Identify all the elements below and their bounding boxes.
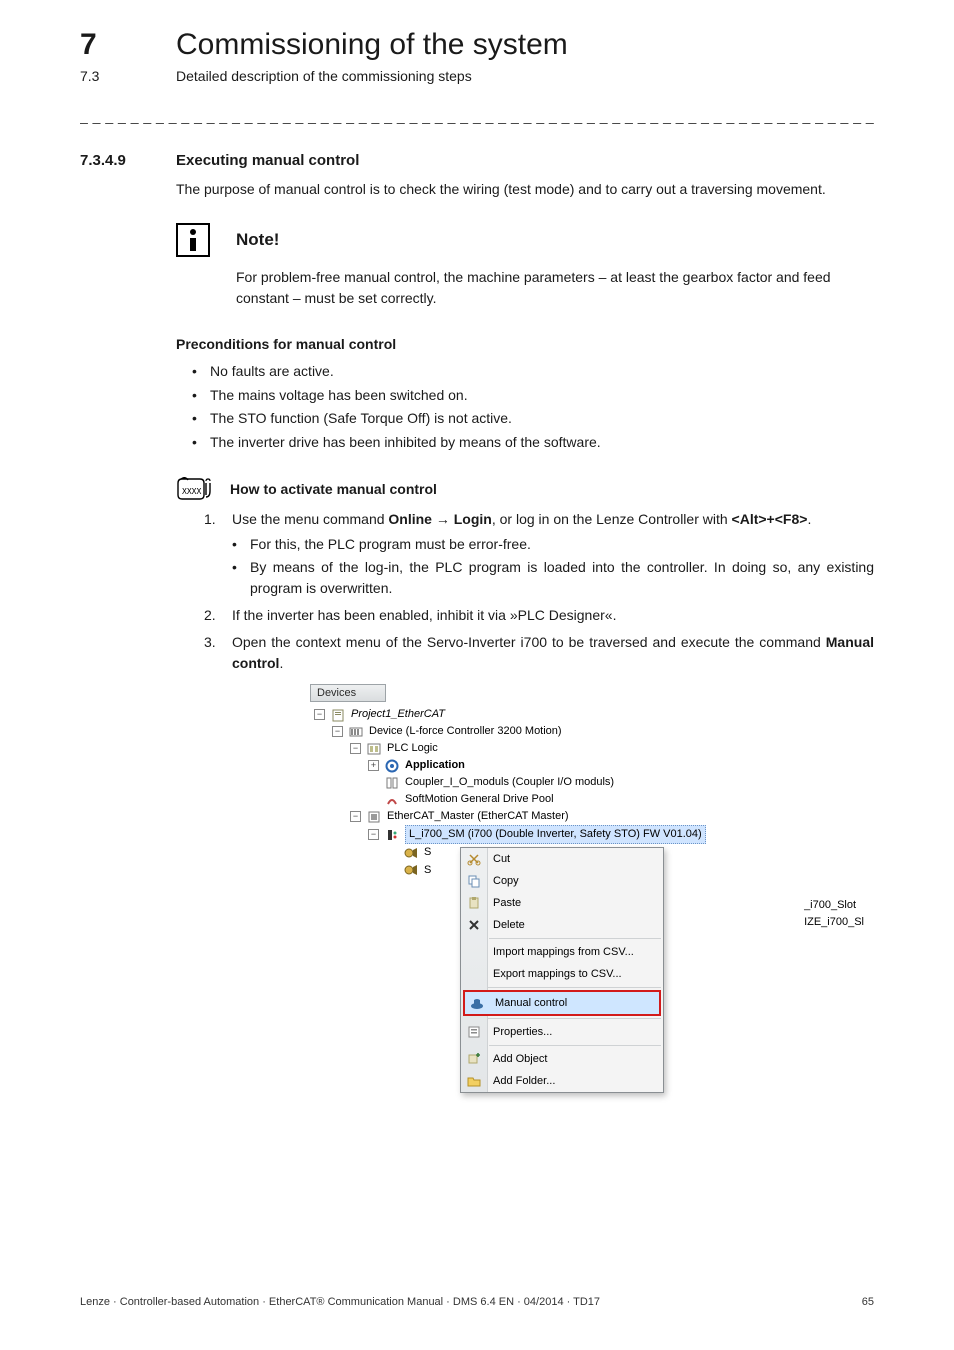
separator-rule: _ _ _ _ _ _ _ _ _ _ _ _ _ _ _ _ _ _ _ _ … — [80, 108, 874, 124]
step-item: Use the menu command Online → Login, or … — [204, 509, 874, 599]
menu-label: Import mappings from CSV... — [493, 946, 634, 958]
tree-child-a[interactable]: S — [424, 844, 431, 861]
step-item: If the inverter has been enabled, inhibi… — [204, 605, 874, 626]
note-body: For problem-free manual control, the mac… — [236, 267, 834, 308]
menu-label: Paste — [493, 897, 521, 909]
menu-item-add-folder[interactable]: Add Folder... — [461, 1070, 663, 1092]
menu-item-delete[interactable]: Delete — [461, 914, 663, 936]
cut-icon — [466, 851, 482, 867]
tree-i700-selected[interactable]: L_i700_SM (i700 (Double Inverter, Safety… — [405, 825, 706, 844]
truncated-label: IZE_i700_Sl — [804, 914, 864, 932]
tree-toggle[interactable]: − — [314, 709, 325, 720]
obscured-labels: _i700_Slot IZE_i700_Sl — [804, 897, 864, 932]
chapter-number: 7 — [80, 28, 176, 62]
drive-axis-icon — [404, 847, 418, 859]
substep-item: By means of the log-in, the PLC program … — [232, 557, 874, 599]
coupler-icon — [385, 777, 399, 789]
tree-softmotion[interactable]: SoftMotion General Drive Pool — [405, 791, 554, 808]
list-item: The inverter drive has been inhibited by… — [192, 431, 874, 455]
menu-item-paste[interactable]: Paste — [461, 892, 663, 914]
preconditions-list: No faults are active. The mains voltage … — [192, 360, 874, 455]
tree-toggle[interactable]: − — [350, 811, 361, 822]
copy-icon — [466, 873, 482, 889]
menu-item-copy[interactable]: Copy — [461, 870, 663, 892]
key-combo: <Alt>+<F8> — [732, 511, 808, 527]
chapter-title: Commissioning of the system — [176, 28, 568, 62]
substep-item: For this, the PLC program must be error-… — [232, 534, 874, 555]
tree-plc-logic[interactable]: PLC Logic — [387, 740, 438, 757]
menu-label: Manual control — [495, 997, 567, 1009]
note-label: Note! — [236, 230, 279, 250]
tree-application[interactable]: Application — [405, 757, 465, 774]
section-number: 7.3 — [80, 68, 176, 84]
menu-label: Copy — [493, 875, 519, 887]
softmotion-icon — [385, 794, 399, 806]
svg-text:XXXX: XXXX — [182, 487, 201, 496]
tree-toggle[interactable]: − — [350, 743, 361, 754]
tree-coupler[interactable]: Coupler_I_O_moduls (Coupler I/O moduls) — [405, 774, 614, 791]
application-icon — [385, 760, 399, 772]
page-number: 65 — [862, 1296, 874, 1308]
drive-axis-icon — [404, 864, 418, 876]
howto-steps: Use the menu command Online → Login, or … — [204, 509, 874, 674]
tree-toggle[interactable]: + — [368, 760, 379, 771]
step-text: . — [279, 655, 283, 671]
tree-device[interactable]: Device (L-force Controller 3200 Motion) — [369, 723, 562, 740]
info-icon — [176, 223, 210, 257]
menu-item-properties[interactable]: Properties... — [461, 1021, 663, 1043]
footer-text: Lenze · Controller-based Automation · Et… — [80, 1296, 600, 1308]
menu-label: Add Folder... — [493, 1075, 555, 1087]
devices-panel-title: Devices — [310, 684, 386, 702]
menu-item-export-csv[interactable]: Export mappings to CSV... — [461, 963, 663, 985]
device-icon — [349, 726, 363, 738]
list-item: The STO function (Safe Torque Off) is no… — [192, 407, 874, 431]
menu-label: Export mappings to CSV... — [493, 968, 622, 980]
step-text: , or log in on the Lenze Controller with — [492, 511, 732, 527]
delete-icon — [466, 917, 482, 933]
menu-label: Properties... — [493, 1026, 552, 1038]
menu-command: Online → Login — [388, 511, 491, 527]
menu-item-add-object[interactable]: Add Object — [461, 1048, 663, 1070]
plc-logic-icon — [367, 743, 381, 755]
project-icon — [331, 709, 345, 721]
step-text: . — [807, 511, 811, 527]
intro-paragraph: The purpose of manual control is to chec… — [176, 179, 874, 199]
add-folder-icon — [466, 1073, 482, 1089]
step-text: Use the menu command — [232, 511, 388, 527]
tree-project[interactable]: Project1_EtherCAT — [351, 706, 445, 723]
menu-label: Cut — [493, 853, 510, 865]
preconditions-heading: Preconditions for manual control — [176, 336, 874, 352]
menu-label: Add Object — [493, 1053, 547, 1065]
menu-item-import-csv[interactable]: Import mappings from CSV... — [461, 941, 663, 963]
tree-child-b[interactable]: S — [424, 862, 431, 879]
tree-toggle[interactable]: − — [368, 829, 379, 840]
step-item: Open the context menu of the Servo-Inver… — [204, 632, 874, 674]
list-item: No faults are active. — [192, 360, 874, 384]
menu-label: Delete — [493, 919, 525, 931]
devices-screenshot: Devices − Project1_EtherCAT − Device (L-… — [310, 684, 790, 878]
step-text: Open the context menu of the Servo-Inver… — [232, 634, 826, 650]
ecat-master-icon — [367, 811, 381, 823]
paste-icon — [466, 895, 482, 911]
i700-icon — [385, 829, 399, 841]
add-object-icon — [466, 1051, 482, 1067]
tree-ecat-master[interactable]: EtherCAT_Master (EtherCAT Master) — [387, 808, 569, 825]
context-menu: Cut Copy Paste Delete — [460, 847, 664, 1093]
truncated-label: _i700_Slot — [804, 897, 864, 915]
menu-item-cut[interactable]: Cut — [461, 848, 663, 870]
subsection-number: 7.3.4.9 — [80, 152, 176, 169]
subsection-title: Executing manual control — [176, 152, 359, 169]
tree-toggle[interactable]: − — [332, 726, 343, 737]
properties-icon — [466, 1024, 482, 1040]
list-item: The mains voltage has been switched on. — [192, 384, 874, 408]
procedure-icon: XXXX — [176, 477, 220, 501]
section-title: Detailed description of the commissionin… — [176, 68, 472, 84]
howto-heading: How to activate manual control — [230, 481, 437, 497]
menu-item-manual-control[interactable]: Manual control — [463, 990, 661, 1016]
manual-control-icon — [469, 995, 485, 1011]
